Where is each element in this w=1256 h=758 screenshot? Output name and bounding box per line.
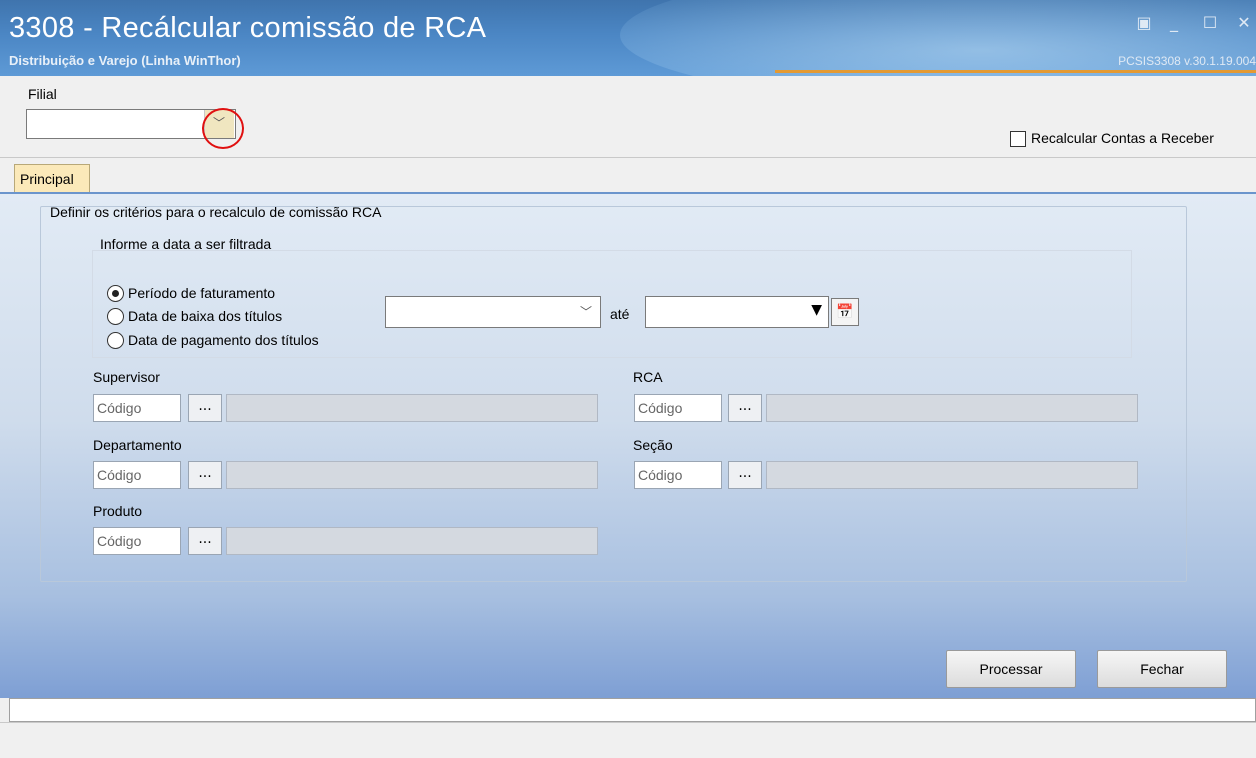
radio-label-pagamento: Data de pagamento dos títulos [128,332,319,348]
processar-button[interactable]: Processar [946,650,1076,688]
departamento-search-button[interactable]: ... [188,461,222,489]
dropdown-arrow-icon: ▼ [811,302,822,318]
header-panel: Filial ﹀ Recalcular Contas a Receber [0,76,1256,158]
departamento-description [226,461,598,489]
date-from-combobox[interactable]: ﹀ [385,296,601,328]
radio-periodo-faturamento[interactable] [107,285,124,302]
supervisor-code-input[interactable]: Código [93,394,181,422]
status-bar [9,698,1256,722]
main-panel: Definir os critérios para o recalculo de… [0,192,1256,698]
produto-label: Produto [93,503,143,519]
radio-label-baixa: Data de baixa dos títulos [128,308,283,324]
calendar-icon[interactable]: 📅 [831,298,859,326]
tab-strip: Principal [0,158,1256,192]
produto-description [226,527,598,555]
maximize-icon[interactable]: ☐ [1200,14,1220,32]
rca-search-button[interactable]: ... [728,394,762,422]
radio-data-baixa[interactable] [107,308,124,325]
secao-search-button[interactable]: ... [728,461,762,489]
tab-principal[interactable]: Principal [14,164,90,192]
version-label: PCSIS3308 v.30.1.19.004 [1118,54,1256,68]
departamento-label: Departamento [93,437,182,453]
supervisor-search-button[interactable]: ... [188,394,222,422]
restore-icon[interactable]: ▣ [1134,14,1154,32]
recalc-contas-label: Recalcular Contas a Receber [1031,130,1214,146]
until-label: até [610,306,630,322]
filial-label: Filial [28,86,57,102]
rca-code-input[interactable]: Código [634,394,722,422]
date-to-combobox[interactable]: ▼ [645,296,829,328]
secao-description [766,461,1138,489]
departamento-code-input[interactable]: Código [93,461,181,489]
fechar-button[interactable]: Fechar [1097,650,1227,688]
recalc-contas-checkbox[interactable] [1010,131,1026,147]
secao-label: Seção [633,437,673,453]
title-bar: 3308 - Recálcular comissão de RCA Distri… [0,0,1256,76]
bottom-bar [0,722,1256,758]
title-accent-line [775,70,1256,73]
close-icon[interactable]: ✕ [1234,14,1254,32]
minimize-icon[interactable]: _ [1164,14,1184,32]
supervisor-label: Supervisor [93,369,160,385]
produto-code-input[interactable]: Código [93,527,181,555]
window-title: 3308 - Recálcular comissão de RCA [9,12,487,44]
radio-data-pagamento[interactable] [107,332,124,349]
produto-search-button[interactable]: ... [188,527,222,555]
supervisor-description [226,394,598,422]
secao-code-input[interactable]: Código [634,461,722,489]
radio-label-periodo: Período de faturamento [128,285,276,301]
highlight-circle [202,108,244,149]
rca-label: RCA [633,369,663,385]
window-subtitle: Distribuição e Varejo (Linha WinThor) [9,53,241,68]
radio-selected-dot [112,290,119,297]
chevron-down-icon: ﹀ [579,305,592,319]
rca-description [766,394,1138,422]
